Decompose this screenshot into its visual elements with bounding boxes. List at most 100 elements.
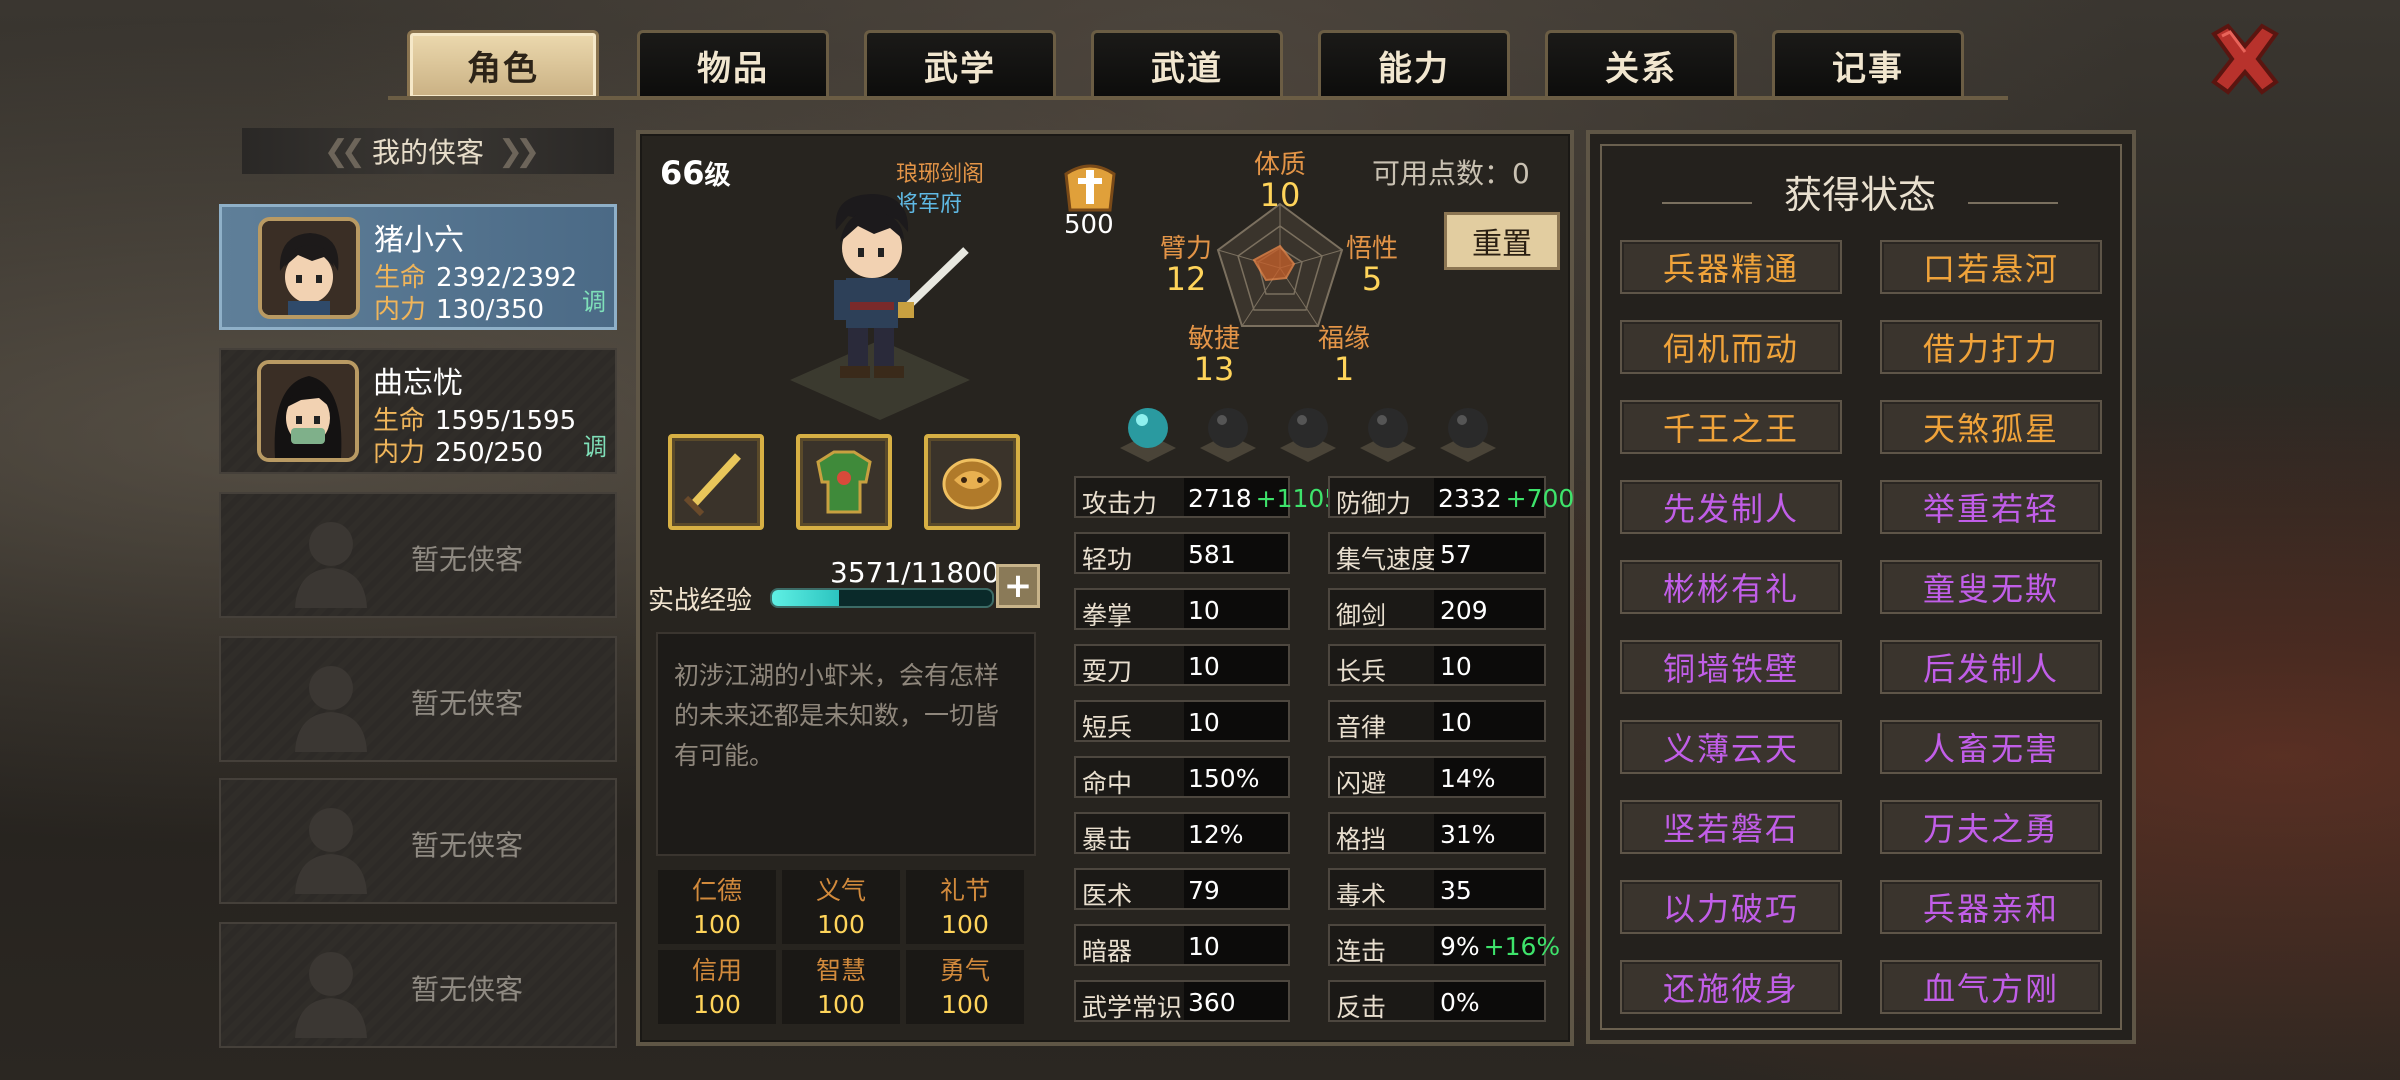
empty-silhouette-icon xyxy=(295,522,367,608)
tab-martial-way[interactable]: 武道 xyxy=(1091,30,1283,98)
tab-bar-underline xyxy=(388,96,2008,100)
chevron-right-icon[interactable]: ❯❯ xyxy=(498,134,540,169)
roster-header: ❮❮ 我的侠客 ❯❯ xyxy=(242,128,614,174)
buff-badge[interactable]: 举重若轻 xyxy=(1880,480,2102,534)
buff-badge[interactable]: 口若悬河 xyxy=(1880,240,2102,294)
orb-slot-empty-icon[interactable] xyxy=(1278,400,1338,464)
empty-slot-label: 暂无侠客 xyxy=(411,543,524,576)
stat-row: 暗器 10 xyxy=(1074,924,1290,966)
virtue-courtesy: 礼节 100 xyxy=(906,870,1024,944)
tab-abilities[interactable]: 能力 xyxy=(1318,30,1510,98)
empty-silhouette-icon xyxy=(295,952,367,1038)
buff-badge[interactable]: 万夫之勇 xyxy=(1880,800,2102,854)
virtue-wisdom: 智慧 100 xyxy=(782,950,900,1024)
virtue-benevolence: 仁德 100 xyxy=(658,870,776,944)
roster-member-1[interactable]: 猪小六 生命 2392/2392 内力 130/350 调 xyxy=(219,204,617,330)
virtue-loyalty: 义气 100 xyxy=(782,870,900,944)
attr-comprehension: 悟性 5 xyxy=(1346,234,1399,298)
tab-character[interactable]: 角色 xyxy=(407,30,599,98)
buff-badge[interactable]: 借力打力 xyxy=(1880,320,2102,374)
equipment-slot-weapon[interactable] xyxy=(668,434,764,530)
reputation-value: 500 xyxy=(1064,210,1114,240)
adjust-button[interactable]: 调 xyxy=(582,282,606,317)
character-sect: 琅琊剑阁 xyxy=(896,162,985,187)
buff-badge[interactable]: 铜墙铁壁 xyxy=(1620,640,1842,694)
orb-slot-empty-icon[interactable] xyxy=(1198,400,1258,464)
tab-relations[interactable]: 关系 xyxy=(1545,30,1737,98)
stat-row: 格挡 31% xyxy=(1328,812,1546,854)
empty-silhouette-icon xyxy=(295,666,367,752)
stat-row: 音律 10 xyxy=(1328,700,1546,742)
stat-row: 长兵 10 xyxy=(1328,644,1546,686)
attr-constitution: 体质 10 xyxy=(1254,150,1307,214)
reputation-crest-icon xyxy=(1064,164,1116,212)
buff-badge[interactable]: 先发制人 xyxy=(1620,480,1842,534)
equipment-slot-accessory[interactable] xyxy=(924,434,1020,530)
stat-row: 防御力 2332 +700 xyxy=(1328,476,1574,518)
buff-badge[interactable]: 还施彼身 xyxy=(1620,960,1842,1014)
stat-row: 反击 0% xyxy=(1328,980,1546,1022)
buff-badge[interactable]: 坚若磐石 xyxy=(1620,800,1842,854)
experience-value: 3571/11800 xyxy=(830,556,1000,589)
orb-slot-empty-icon[interactable] xyxy=(1438,400,1498,464)
roster-member-2[interactable]: 曲忘忧 生命 1595/1595 内力 250/250 调 xyxy=(219,348,617,474)
roster-empty-slot[interactable]: 暂无侠客 xyxy=(219,492,617,618)
add-experience-button[interactable]: + xyxy=(996,564,1040,608)
armor-icon xyxy=(816,450,872,514)
attr-strength: 臂力 12 xyxy=(1160,234,1213,298)
roster-empty-slot[interactable]: 暂无侠客 xyxy=(219,778,617,904)
chevron-left-icon[interactable]: ❮❮ xyxy=(324,134,366,169)
stat-row: 连击 9% +16% xyxy=(1328,924,1560,966)
attr-luck: 福缘 1 xyxy=(1318,324,1371,388)
avatar xyxy=(257,360,359,462)
character-description: 初涉江湖的小虾米，会有怎样的未来还都是未知数，一切皆有可能。 xyxy=(656,632,1036,856)
attribute-radar-chart xyxy=(1216,202,1344,327)
experience-label: 实战经验 xyxy=(648,586,753,616)
empty-slot-label: 暂无侠客 xyxy=(411,687,524,720)
empty-slot-label: 暂无侠客 xyxy=(411,829,524,862)
buff-badge[interactable]: 天煞孤星 xyxy=(1880,400,2102,454)
stat-row: 武学常识 360 xyxy=(1074,980,1290,1022)
reset-button[interactable]: 重置 xyxy=(1444,212,1560,270)
equipment-slot-armor[interactable] xyxy=(796,434,892,530)
member-name: 曲忘忧 xyxy=(373,366,463,401)
stat-row: 医术 79 xyxy=(1074,868,1290,910)
buff-badge[interactable]: 童叟无欺 xyxy=(1880,560,2102,614)
accessory-icon xyxy=(942,458,1002,510)
buff-badge[interactable]: 血气方刚 xyxy=(1880,960,2102,1014)
character-portrait-icon xyxy=(262,221,356,315)
roster-header-title: 我的侠客 xyxy=(371,136,484,169)
adjust-button[interactable]: 调 xyxy=(583,427,607,462)
roster-empty-slot[interactable]: 暂无侠客 xyxy=(219,922,617,1048)
buff-badge[interactable]: 义薄云天 xyxy=(1620,720,1842,774)
virtue-courage: 勇气 100 xyxy=(906,950,1024,1024)
character-portrait-icon xyxy=(261,364,355,458)
empty-silhouette-icon xyxy=(295,808,367,894)
tab-items[interactable]: 物品 xyxy=(637,30,829,98)
orb-slot-empty-icon[interactable] xyxy=(1358,400,1418,464)
stat-row: 毒术 35 xyxy=(1328,868,1546,910)
buff-badge[interactable]: 兵器亲和 xyxy=(1880,880,2102,934)
tab-journal[interactable]: 记事 xyxy=(1772,30,1964,98)
buff-badge[interactable]: 伺机而动 xyxy=(1620,320,1842,374)
stat-row: 御剑 209 xyxy=(1328,588,1546,630)
available-points: 可用点数：0 xyxy=(1372,157,1530,190)
tab-martial-arts[interactable]: 武学 xyxy=(864,30,1056,98)
buff-badge[interactable]: 后发制人 xyxy=(1880,640,2102,694)
buff-badge[interactable]: 兵器精通 xyxy=(1620,240,1842,294)
buff-badge[interactable]: 千王之王 xyxy=(1620,400,1842,454)
buff-badge[interactable]: 以力破巧 xyxy=(1620,880,1842,934)
buff-badge[interactable]: 彬彬有礼 xyxy=(1620,560,1842,614)
stat-row: 轻功 581 xyxy=(1074,532,1290,574)
roster-empty-slot[interactable]: 暂无侠客 xyxy=(219,636,617,762)
stat-row: 集气速度 57 xyxy=(1328,532,1546,574)
stat-row: 短兵 10 xyxy=(1074,700,1290,742)
virtue-trust: 信用 100 xyxy=(658,950,776,1024)
experience-bar xyxy=(770,588,994,608)
orb-slot-filled-icon[interactable] xyxy=(1118,400,1178,464)
buff-badge[interactable]: 人畜无害 xyxy=(1880,720,2102,774)
close-icon[interactable] xyxy=(2206,20,2284,98)
status-panel-title: 获得状态 xyxy=(1783,173,1936,217)
character-level: 66级 xyxy=(660,154,731,192)
stat-row: 暴击 12% xyxy=(1074,812,1290,854)
